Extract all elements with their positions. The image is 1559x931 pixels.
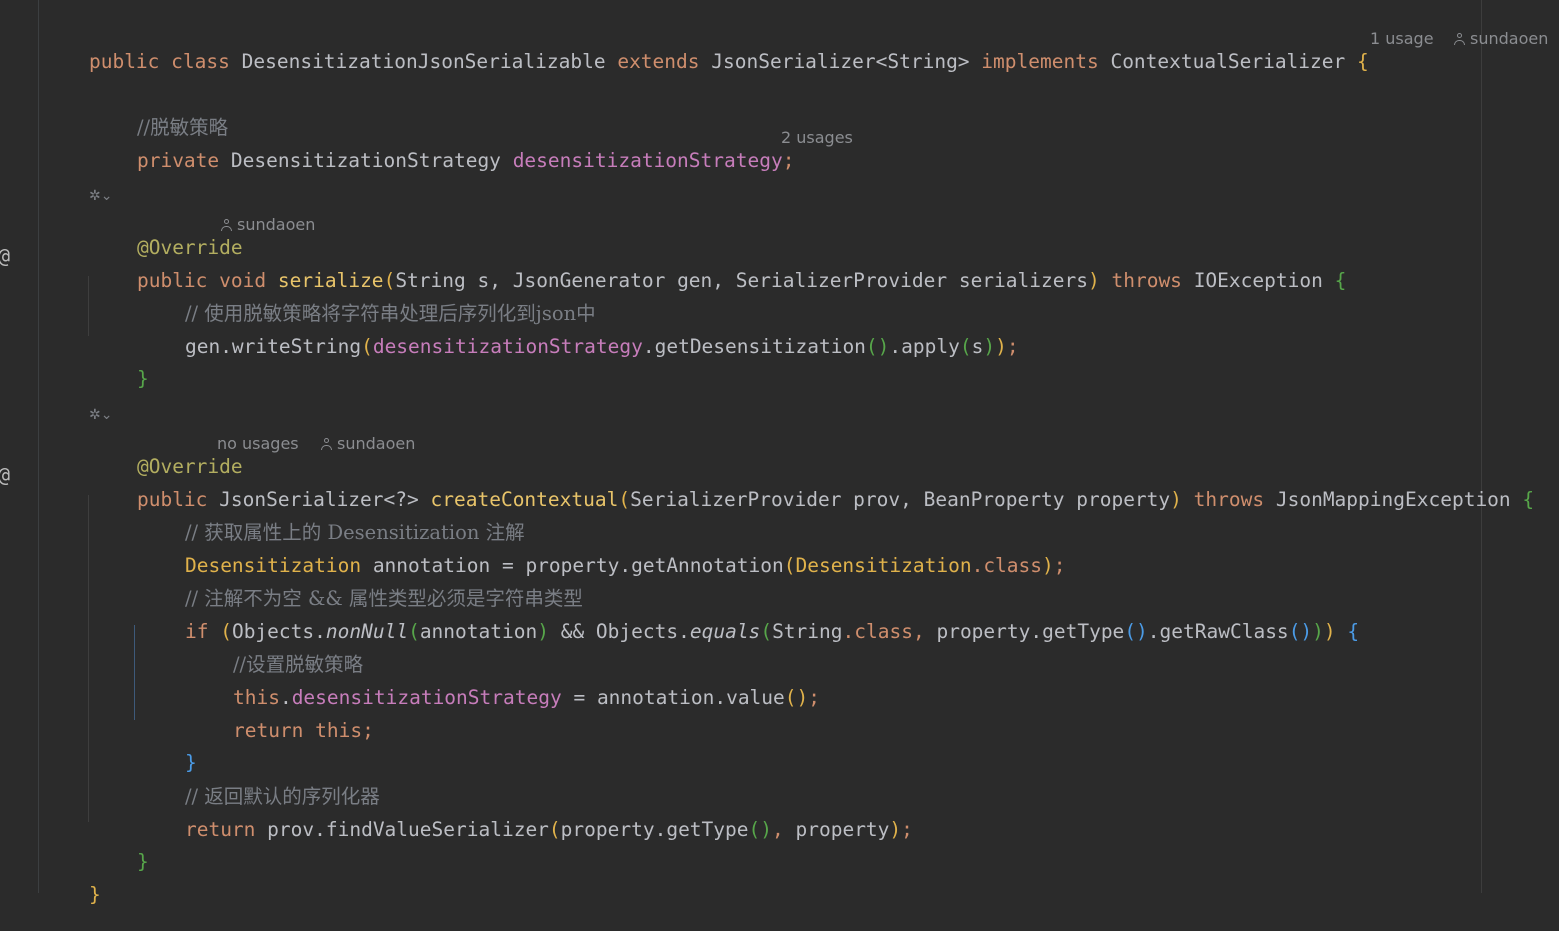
keyword: return xyxy=(184,818,256,841)
argument: s xyxy=(971,335,984,358)
code-line-comment: // 获取属性上的 Desensitization 注解 xyxy=(138,497,525,544)
brace: { xyxy=(1347,620,1360,643)
keyword: public xyxy=(88,50,160,73)
call: gen.writeString xyxy=(184,335,362,358)
code-line-class-declaration: public class DesensitizationJsonSerializ… xyxy=(42,26,1369,73)
brace: } xyxy=(88,883,101,906)
person-icon xyxy=(221,219,232,231)
code-line-annotation: @Override xyxy=(90,212,243,259)
brace: { xyxy=(1334,269,1347,292)
usage-hint[interactable]: 1 usage xyxy=(1370,29,1434,48)
code-line-return-this: return this; xyxy=(232,719,374,742)
code-line-comment: //脱敏策略 xyxy=(90,92,228,139)
type-name: IOException xyxy=(1193,269,1323,292)
code-editor[interactable]: @ @ public class DesensitizationJsonSeri… xyxy=(0,0,1559,906)
brace: } xyxy=(136,850,149,873)
author-name: sundaoen xyxy=(1470,29,1549,48)
author-hint[interactable]: sundaoen xyxy=(1454,29,1548,48)
keyword: return xyxy=(232,719,304,742)
code-line-comment: // 注解不为空 && 属性类型必须是字符串类型 xyxy=(138,563,583,610)
code-line-brace: } xyxy=(90,826,149,873)
class-name: DesensitizationJsonSerializable xyxy=(241,50,606,73)
type-name: JsonMappingException xyxy=(1275,488,1511,511)
author-name: sundaoen xyxy=(337,434,416,453)
parameters: SerializerProvider prov, BeanProperty pr… xyxy=(630,488,1171,511)
keyword: extends xyxy=(617,50,700,73)
at-sign-icon[interactable]: @ xyxy=(0,465,10,485)
indent-guide-active xyxy=(134,625,135,720)
semicolon: ; xyxy=(782,149,795,172)
usage-hint[interactable]: no usages xyxy=(217,434,299,453)
argument: property xyxy=(783,818,890,841)
gutter-divider xyxy=(38,0,39,893)
code-line-field: private DesensitizationStrategy desensit… xyxy=(90,125,795,172)
type-name: ContextualSerializer xyxy=(1110,50,1346,73)
call: && Objects. xyxy=(548,620,690,643)
keyword: private xyxy=(136,149,220,172)
code-line-if: if (Objects.nonNull(annotation) && Objec… xyxy=(184,620,1360,643)
field-name: desensitizationStrategy xyxy=(512,149,783,172)
code-line-assign: this.desensitizationStrategy = annotatio… xyxy=(232,686,821,709)
ai-assistant-icon[interactable]: ✲⌄ xyxy=(89,405,112,425)
type-name: String xyxy=(772,620,843,643)
code-line-comment: //设置脱敏策略 xyxy=(186,629,363,676)
indent-guide xyxy=(88,276,89,336)
keyword: this xyxy=(315,719,363,742)
call: property.getType xyxy=(560,818,749,841)
keyword: .class xyxy=(842,620,913,643)
brace: { xyxy=(1522,488,1535,511)
code-line-method-create-contextual: public JsonSerializer<?> createContextua… xyxy=(136,488,1535,511)
person-icon xyxy=(321,438,332,450)
argument: annotation xyxy=(419,620,538,643)
brace: } xyxy=(136,367,149,390)
annotation-type: Desensitization xyxy=(795,554,972,577)
indent-guide xyxy=(88,495,89,822)
code-line-method-serialize: public void serialize(String s, JsonGene… xyxy=(136,269,1347,292)
static-method: equals xyxy=(689,620,761,643)
type-name: DesensitizationStrategy xyxy=(230,149,501,172)
code-line-write-string: gen.writeString(desensitizationStrategy.… xyxy=(184,335,1019,358)
call: .getDesensitization xyxy=(642,335,866,358)
author-hint[interactable]: sundaoen xyxy=(321,434,415,453)
code-line-get-annotation: Desensitization annotation = property.ge… xyxy=(184,554,1066,577)
call: = annotation.value xyxy=(561,686,785,709)
code-line-return-serializer: return prov.findValueSerializer(property… xyxy=(184,818,913,841)
author-name: sundaoen xyxy=(237,215,316,234)
usage-hint[interactable]: 2 usages xyxy=(781,128,853,147)
call: .getRawClass xyxy=(1147,620,1289,643)
keyword: class xyxy=(171,50,230,73)
keyword: .class xyxy=(971,554,1043,577)
call: prov.findValueSerializer xyxy=(255,818,549,841)
code-line-brace: } xyxy=(138,727,197,774)
keyword: implements xyxy=(981,50,1099,73)
type-name: JsonSerializer<String> xyxy=(711,50,970,73)
code-line-comment: // 使用脱敏策略将字符串处理后序列化到json中 xyxy=(138,278,596,325)
call: .apply xyxy=(889,335,960,358)
field-name: desensitizationStrategy xyxy=(372,335,643,358)
brace: { xyxy=(1357,50,1369,73)
right-margin-guide xyxy=(1481,0,1482,893)
call: property.getType xyxy=(924,620,1125,643)
person-icon xyxy=(1454,33,1465,45)
keyword: throws xyxy=(1111,269,1182,292)
keyword: throws xyxy=(1193,488,1265,511)
code-line-brace: } xyxy=(42,859,101,906)
ai-assistant-icon[interactable]: ✲⌄ xyxy=(89,186,112,206)
code-line-brace: } xyxy=(90,343,149,390)
code-line-comment: // 返回默认的序列化器 xyxy=(138,761,380,808)
at-sign-icon[interactable]: @ xyxy=(0,246,10,266)
author-hint[interactable]: sundaoen xyxy=(221,215,315,234)
